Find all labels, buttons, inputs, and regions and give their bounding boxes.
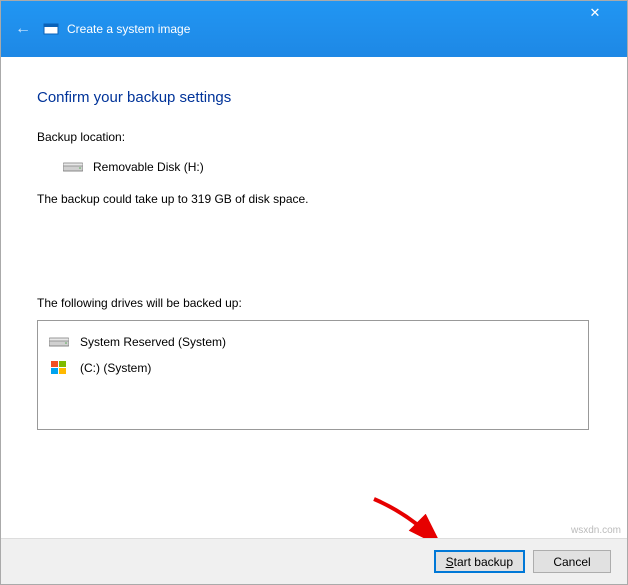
backup-location-row: Removable Disk (H:)	[63, 160, 591, 174]
drives-list: System Reserved (System) (C:) (System)	[37, 320, 589, 430]
windows-disk-icon	[48, 360, 70, 376]
page-heading: Confirm your backup settings	[37, 89, 591, 106]
start-backup-button[interactable]: Start backup	[434, 550, 525, 573]
backup-size-text: The backup could take up to 319 GB of di…	[37, 192, 591, 206]
footer-bar: Start backup Cancel	[1, 538, 627, 584]
drive-label: System Reserved (System)	[80, 335, 226, 349]
backup-location-value: Removable Disk (H:)	[93, 160, 204, 174]
backup-location-label: Backup location:	[37, 130, 591, 144]
titlebar: ✕ ← Create a system image	[1, 1, 627, 57]
list-item: System Reserved (System)	[48, 329, 578, 355]
drives-list-label: The following drives will be backed up:	[37, 296, 591, 310]
content-area: Confirm your backup settings Backup loca…	[1, 57, 627, 430]
list-item: (C:) (System)	[48, 355, 578, 381]
hard-disk-icon	[48, 334, 70, 350]
watermark-text: wsxdn.com	[571, 525, 621, 536]
drive-label: (C:) (System)	[80, 361, 151, 375]
back-arrow-icon[interactable]: ←	[15, 20, 31, 38]
removable-disk-icon	[63, 160, 83, 174]
start-backup-label-rest: tart backup	[454, 555, 513, 569]
system-image-icon	[43, 21, 59, 37]
window-title: Create a system image	[67, 22, 190, 36]
close-button[interactable]: ✕	[575, 5, 615, 21]
cancel-button[interactable]: Cancel	[533, 550, 611, 573]
